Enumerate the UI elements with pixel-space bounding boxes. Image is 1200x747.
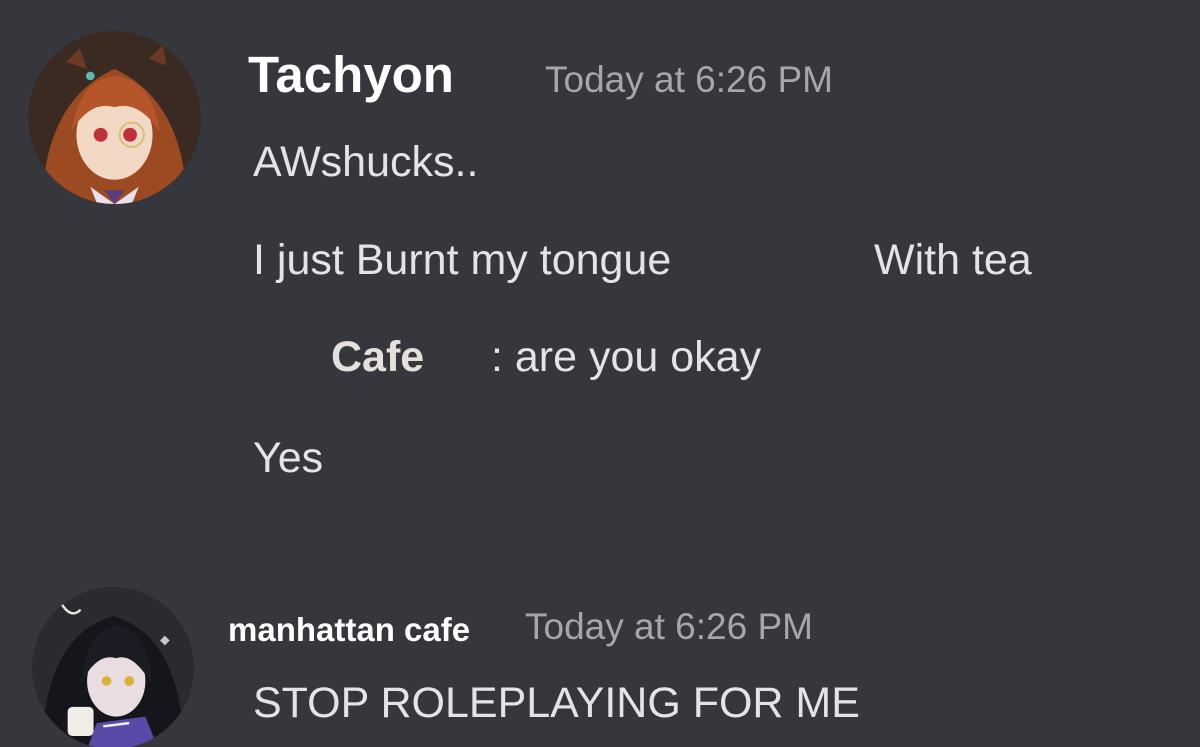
user-avatar-manhattan-cafe[interactable] (32, 587, 194, 747)
anime-avatar-black-hair-icon (32, 587, 194, 747)
message-line: STOP ROLEPLAYING FOR ME (253, 679, 860, 727)
chat-log: Tachyon Today at 6:26 PM AWshucks.. I ju… (0, 0, 1200, 747)
username-manhattan-cafe[interactable]: manhattan cafe (228, 610, 470, 650)
message-timestamp: Today at 6:26 PM (525, 606, 813, 647)
message-manhattan-cafe: manhattan cafe Today at 6:26 PM STOP ROL… (0, 0, 1200, 747)
